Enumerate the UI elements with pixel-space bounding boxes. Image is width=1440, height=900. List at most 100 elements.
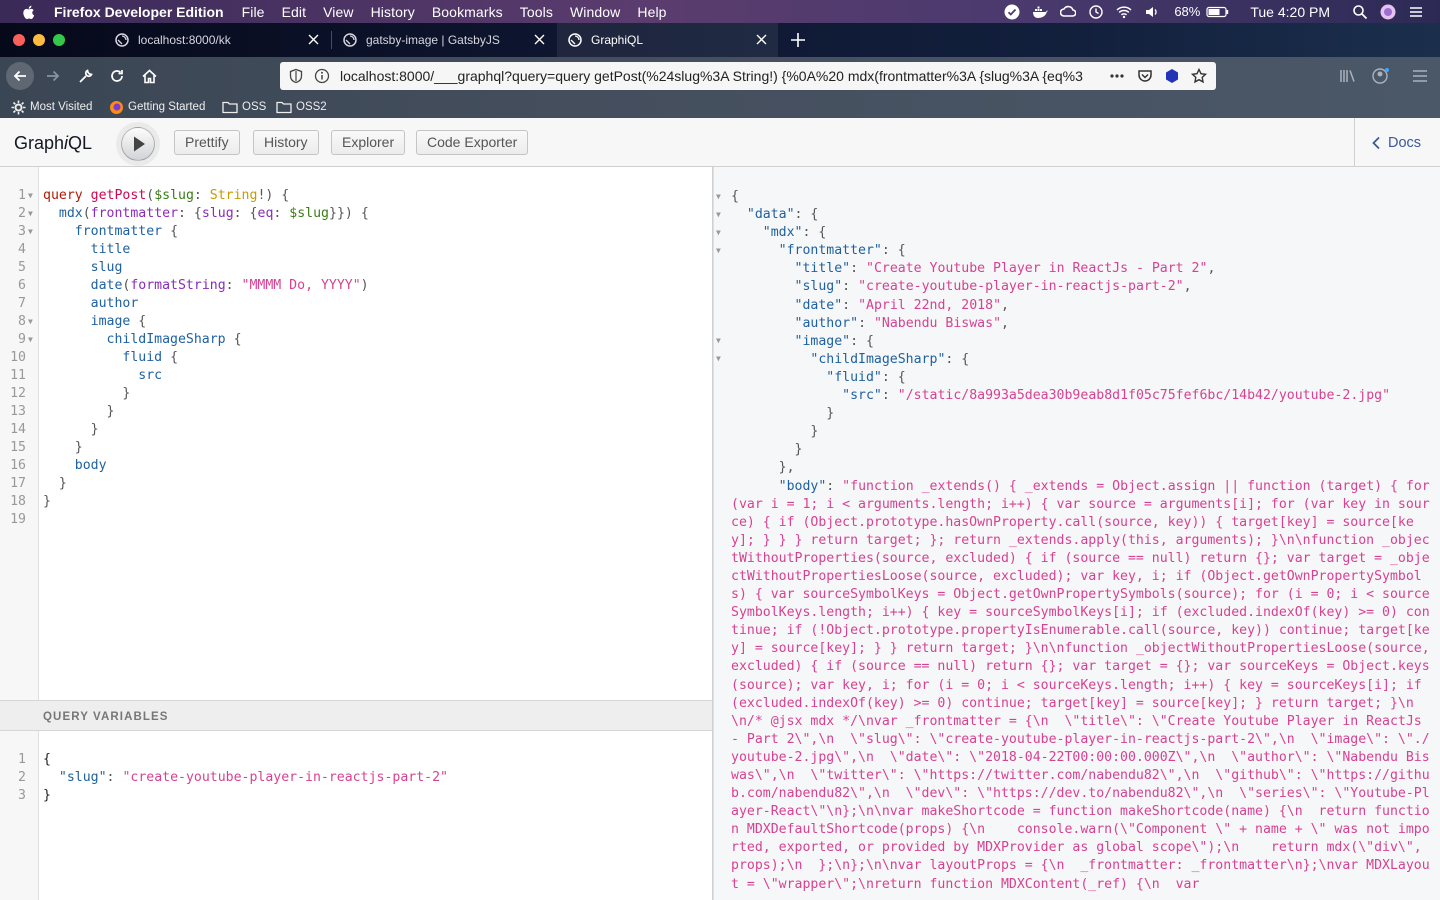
window-zoom-button[interactable] (53, 34, 65, 46)
menu-help[interactable]: Help (637, 4, 666, 20)
volume-icon[interactable] (1144, 4, 1160, 20)
prettify-button[interactable]: Prettify (174, 130, 240, 155)
execute-query-button[interactable] (121, 127, 155, 161)
forward-button[interactable] (39, 62, 67, 90)
tab-close-icon[interactable] (755, 33, 768, 46)
line-number: 6 (18, 278, 26, 293)
tab-close-icon[interactable] (307, 33, 320, 46)
app-menu-button[interactable] (1406, 62, 1434, 90)
fold-arrow-icon[interactable]: ▼ (716, 332, 726, 350)
fold-arrow-icon[interactable]: ▼ (28, 187, 38, 205)
line-number: 10 (10, 350, 26, 365)
code-line: { (43, 752, 51, 767)
bookmark-label: Most Visited (30, 101, 93, 113)
line-number: 9 (18, 332, 26, 347)
docs-button[interactable]: Docs (1354, 118, 1440, 167)
code-line: } (74, 440, 83, 455)
line-number: 14 (10, 422, 26, 437)
apple-icon[interactable] (20, 3, 38, 21)
account-button[interactable] (1366, 62, 1394, 90)
url-text[interactable]: localhost:8000/___graphql?query=query ge… (340, 68, 1100, 84)
back-button[interactable] (6, 62, 34, 90)
code-exporter-button[interactable]: Code Exporter (416, 130, 529, 155)
page-actions-ellipsis-icon[interactable] (1109, 68, 1125, 84)
fold-arrow-icon[interactable]: ▼ (28, 205, 38, 223)
pocket-icon[interactable] (1137, 68, 1153, 84)
code-line: childImageSharp { (106, 332, 242, 347)
todo-check-icon[interactable] (1004, 4, 1020, 20)
reload-button[interactable] (103, 62, 131, 90)
bookmark-folder-oss[interactable]: OSS (222, 99, 266, 115)
bookmark-folder-oss2[interactable]: OSS2 (276, 99, 327, 115)
query-editor[interactable]: 1 ▼ query getPost($slug: String!) {2 ▼ mdx(… (0, 167, 713, 700)
fold-arrow-icon[interactable]: ▼ (28, 313, 38, 331)
line-number: 11 (10, 368, 26, 383)
fold-arrow-icon[interactable]: ▼ (716, 206, 726, 224)
user-avatar-icon[interactable] (1380, 4, 1396, 20)
result-src: /static/8a993a5dea30b9eab8d1f05c75fef6bc… (905, 388, 1383, 404)
result-body: function _extends() { _extends = Object.… (731, 478, 1438, 892)
site-info-icon[interactable] (314, 68, 330, 84)
docker-icon[interactable] (1032, 4, 1048, 20)
tab-localhost[interactable]: localhost:8000/kk (104, 23, 330, 57)
fold-arrow-icon[interactable]: ▼ (716, 188, 726, 206)
hamburger-menu-icon (1413, 70, 1427, 82)
menu-window[interactable]: Window (570, 4, 620, 20)
menu-view[interactable]: View (323, 4, 354, 20)
wifi-icon[interactable] (1116, 4, 1132, 20)
history-button[interactable]: History (253, 130, 319, 155)
menu-app-name[interactable]: Firefox Developer Edition (54, 4, 224, 20)
tab-graphiql[interactable]: GraphiQL (557, 23, 778, 57)
bookmark-label: OSS2 (296, 101, 327, 113)
menu-tools[interactable]: Tools (520, 4, 553, 20)
developer-tools-button[interactable] (72, 62, 100, 90)
address-bar[interactable]: localhost:8000/___graphql?query=query ge… (280, 62, 1216, 90)
code-line: body (74, 458, 107, 473)
menu-history[interactable]: History (371, 4, 415, 20)
notification-center-icon[interactable] (1408, 4, 1424, 20)
code-line: } (106, 404, 115, 419)
tracking-protection-shield-icon[interactable] (288, 68, 304, 84)
gatsby-favicon-icon (343, 33, 357, 47)
bookmark-star-icon[interactable] (1191, 68, 1207, 84)
browser-navigation-bar: localhost:8000/___graphql?query=query ge… (0, 57, 1440, 95)
line-number: 2 (18, 206, 26, 221)
tab-gatsby-image[interactable]: gatsby-image | GatsbyJS (332, 23, 556, 57)
menubar-clock[interactable]: Tue 4:20 PM (1250, 4, 1330, 20)
spotlight-search-icon[interactable] (1352, 4, 1368, 20)
menu-file[interactable]: File (242, 4, 265, 20)
code-line: } (122, 386, 131, 401)
creative-cloud-icon[interactable] (1060, 4, 1077, 20)
line-number: 8 (18, 314, 26, 329)
bookmark-label: OSS (242, 101, 267, 113)
battery-icon[interactable] (1206, 4, 1230, 20)
menu-edit[interactable]: Edit (282, 4, 307, 20)
result-viewer[interactable]: ▼ ▼ ▼ ▼ ▼ ▼ { "data": { "mdx": { "frontm… (713, 167, 1440, 900)
time-machine-icon[interactable] (1088, 4, 1104, 20)
fold-arrow-icon[interactable]: ▼ (716, 224, 726, 242)
fold-arrow-icon[interactable]: ▼ (28, 331, 38, 349)
fold-arrow-icon[interactable]: ▼ (716, 350, 726, 368)
query-variables-header[interactable]: QUERY VARIABLES (0, 700, 713, 731)
code-line: date(formatString: "MMMM Do, YYYY") (90, 278, 369, 293)
chevron-left-icon (1372, 136, 1380, 149)
line-number: 4 (18, 242, 26, 257)
bookmarks-toolbar: Most Visited Getting Started OSS OSS2 (0, 95, 1440, 118)
home-button[interactable] (135, 62, 163, 90)
query-variables-editor[interactable]: 1 {2 "slug": "create-youtube-player-in-re… (0, 731, 713, 900)
result-title: Create Youtube Player in ReactJs - Part … (873, 261, 1200, 277)
library-button[interactable] (1334, 62, 1362, 90)
fold-arrow-icon[interactable]: ▼ (716, 242, 726, 260)
code-line: image { (90, 314, 147, 329)
window-minimize-button[interactable] (33, 34, 45, 46)
bookmark-most-visited[interactable]: Most Visited (11, 99, 92, 115)
explorer-button[interactable]: Explorer (331, 130, 406, 155)
line-number: 18 (10, 494, 26, 509)
extension-hexagon-icon[interactable] (1164, 68, 1180, 84)
menu-bookmarks[interactable]: Bookmarks (432, 4, 503, 20)
bookmark-getting-started[interactable]: Getting Started (109, 99, 205, 115)
tab-close-icon[interactable] (533, 33, 546, 46)
new-tab-plus-icon[interactable] (788, 30, 808, 50)
fold-arrow-icon[interactable]: ▼ (28, 223, 38, 241)
window-close-button[interactable] (13, 34, 25, 46)
